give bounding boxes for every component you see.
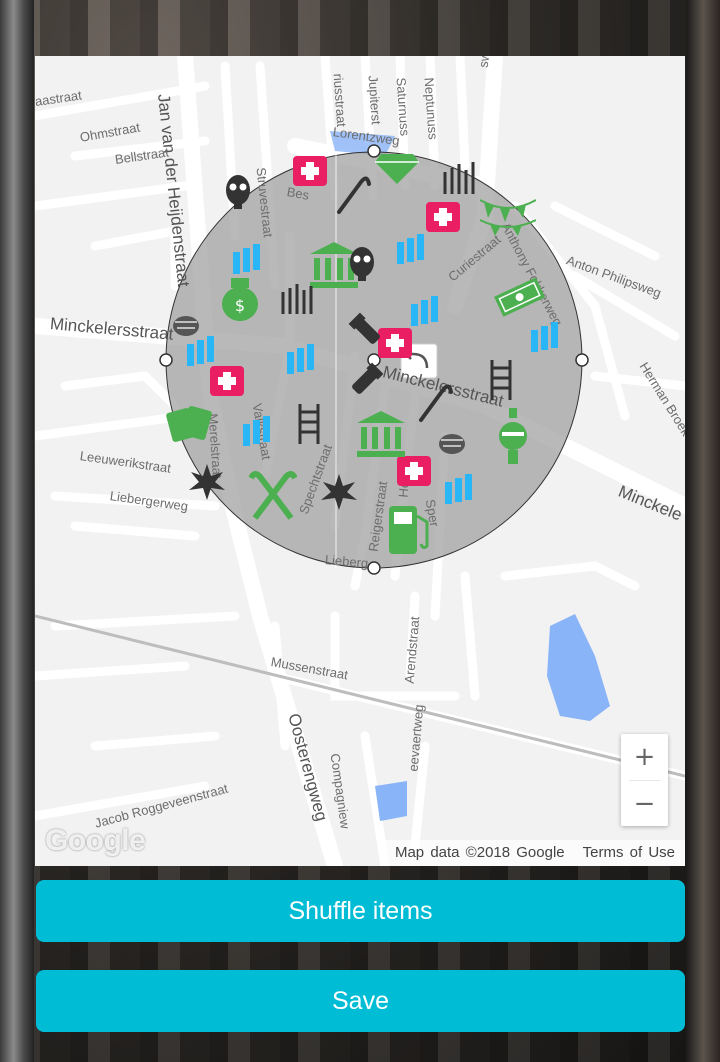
- map-data-text: Map data ©2018 Google: [394, 844, 565, 861]
- bunting-flags-icon[interactable]: [480, 194, 536, 238]
- playing-cards-icon[interactable]: [165, 404, 215, 442]
- ammo-icon[interactable]: [529, 322, 565, 356]
- map-attribution: Map data ©2018 Google Terms of Use: [384, 840, 685, 866]
- gas-mask-icon[interactable]: [349, 246, 375, 282]
- zoom-control: + −: [621, 734, 668, 826]
- crowbar-icon[interactable]: [335, 174, 371, 214]
- ammo-icon[interactable]: [409, 296, 445, 330]
- svg-text:$: $: [235, 296, 245, 315]
- ammo-icon[interactable]: [241, 416, 277, 450]
- lockpick-icon[interactable]: [279, 280, 315, 316]
- fuel-pump-icon[interactable]: [387, 502, 433, 556]
- ammo-icon[interactable]: [285, 344, 321, 378]
- medical-cross-icon[interactable]: [426, 202, 460, 232]
- medical-cross-icon[interactable]: [293, 156, 327, 186]
- map-view[interactable]: Lorentzweg Jan van der Heijdenstraat Ohm…: [35, 56, 685, 866]
- background-bar-right: [686, 0, 720, 1062]
- ammo-icon[interactable]: [231, 244, 267, 278]
- google-logo[interactable]: Google: [45, 824, 146, 858]
- flashlight-icon[interactable]: [345, 361, 385, 401]
- crossed-candy-canes-icon[interactable]: [249, 468, 297, 520]
- zoom-in-button[interactable]: +: [621, 734, 668, 780]
- diamond-icon[interactable]: [375, 148, 419, 184]
- medical-cross-icon[interactable]: [210, 366, 244, 396]
- terms-of-use-link[interactable]: Terms of Use: [583, 844, 675, 861]
- ammo-icon[interactable]: [443, 474, 479, 508]
- crowbar-icon[interactable]: [417, 382, 453, 422]
- background-bar-left: [0, 0, 34, 1062]
- ammo-icon[interactable]: [185, 336, 221, 370]
- lockpick-icon[interactable]: [441, 158, 479, 198]
- ammo-icon[interactable]: [395, 234, 427, 268]
- explosion-icon[interactable]: [321, 474, 357, 510]
- medical-cross-icon[interactable]: [397, 456, 431, 486]
- money-bag-icon[interactable]: $: [219, 274, 261, 322]
- ladder-icon[interactable]: [297, 404, 321, 444]
- explosion-icon[interactable]: [189, 464, 225, 500]
- basket-icon[interactable]: [437, 426, 467, 456]
- nuclear-silo-icon[interactable]: [498, 408, 528, 464]
- ladder-icon[interactable]: [489, 360, 513, 400]
- bank-icon[interactable]: [357, 411, 405, 457]
- gas-mask-icon[interactable]: [225, 174, 251, 210]
- save-button[interactable]: Save: [36, 970, 685, 1032]
- basket-icon[interactable]: [171, 308, 201, 338]
- cash-stack-icon[interactable]: [493, 278, 547, 318]
- flashlight-icon[interactable]: [347, 311, 387, 351]
- shuffle-items-button[interactable]: Shuffle items: [36, 880, 685, 942]
- zoom-out-button[interactable]: −: [621, 781, 668, 827]
